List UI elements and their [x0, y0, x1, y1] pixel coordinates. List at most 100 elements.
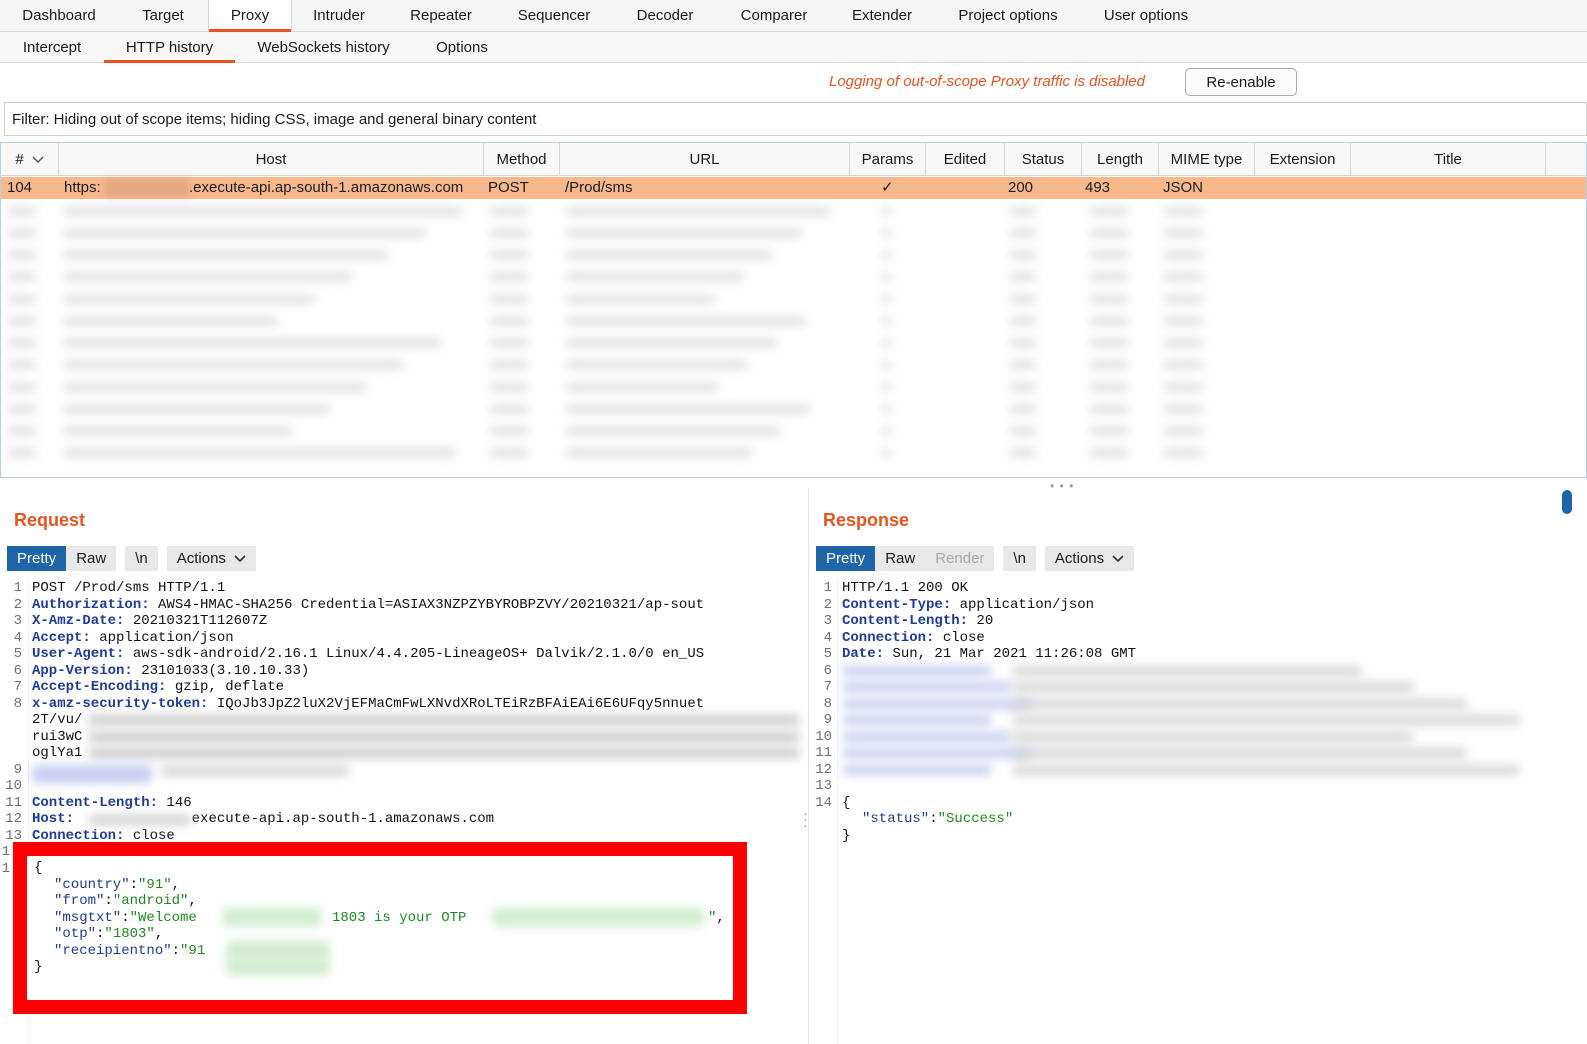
request-newline-button[interactable]: \n: [125, 546, 158, 571]
request-raw-button[interactable]: Raw: [66, 546, 117, 571]
blurred-history-rows: [1, 201, 1586, 471]
tab-project-options[interactable]: Project options: [934, 0, 1082, 31]
blurred-cell: [1163, 229, 1203, 237]
redacted-json-value: [226, 940, 330, 959]
json-key: "status": [862, 811, 930, 827]
json-token: {: [34, 860, 43, 876]
header-value: 20: [968, 613, 994, 629]
tab-sequencer[interactable]: Sequencer: [496, 0, 612, 31]
blurred-cell: [1009, 339, 1037, 347]
redacted-hostname: [105, 179, 189, 197]
redacted-header-name: [842, 665, 992, 676]
line-number: 9: [823, 712, 832, 728]
redacted-header-name: [842, 698, 1032, 709]
main-tab-bar: Dashboard Target Proxy Intruder Repeater…: [0, 0, 1587, 32]
table-row-selected[interactable]: 104 https: .execute-api.ap-south-1.amazo…: [1, 177, 1586, 199]
response-newline-button[interactable]: \n: [1003, 546, 1036, 571]
blurred-cell: [7, 229, 37, 237]
blurred-cell: [566, 295, 715, 303]
response-actions-button[interactable]: Actions: [1044, 546, 1135, 571]
line-number: 12: [815, 761, 832, 778]
blurred-cell: [881, 273, 891, 281]
blurred-cell: [1089, 449, 1129, 457]
filter-bar[interactable]: Filter: Hiding out of scope items; hidin…: [4, 102, 1587, 136]
blurred-cell: [566, 251, 773, 259]
tab-target[interactable]: Target: [118, 0, 208, 31]
redacted-header-name: [32, 764, 152, 783]
redacted-header-value: [1012, 715, 1521, 725]
tab-repeater[interactable]: Repeater: [386, 0, 496, 31]
panel-splitter[interactable]: [808, 488, 809, 1044]
column-header-length[interactable]: Length: [1082, 143, 1159, 176]
column-header-method[interactable]: Method: [484, 143, 560, 176]
blurred-cell: [566, 361, 748, 369]
json-token: }: [842, 827, 851, 844]
redacted-host: [88, 815, 192, 825]
redacted-token: [88, 748, 800, 758]
scrollbar-thumb[interactable]: [1562, 490, 1572, 514]
tab-decoder[interactable]: Decoder: [612, 0, 718, 31]
blurred-cell: [489, 317, 529, 325]
cell-host-suffix: .execute-api.ap-south-1.amazonaws.com: [189, 179, 464, 196]
request-pretty-button[interactable]: Pretty: [7, 546, 67, 571]
column-header-url[interactable]: URL: [560, 143, 850, 176]
tab-dashboard[interactable]: Dashboard: [0, 0, 118, 31]
blurred-cell: [1163, 295, 1203, 303]
line-number: 11: [815, 745, 832, 761]
tab-comparer[interactable]: Comparer: [718, 0, 830, 31]
subtab-http-history[interactable]: HTTP history: [104, 32, 235, 63]
column-header-extension[interactable]: Extension: [1255, 143, 1351, 176]
blurred-cell: [881, 339, 891, 347]
header-name: Content-Length:: [32, 794, 159, 811]
line-number: 14: [815, 794, 832, 811]
tab-intruder[interactable]: Intruder: [292, 0, 386, 31]
column-header-status[interactable]: Status: [1005, 143, 1082, 176]
blurred-cell: [1009, 251, 1037, 259]
subtab-websockets-history[interactable]: WebSockets history: [235, 32, 412, 62]
subtab-intercept[interactable]: Intercept: [0, 32, 104, 62]
column-header-title[interactable]: Title: [1351, 143, 1546, 176]
blurred-cell: [63, 427, 293, 435]
blurred-cell: [1163, 207, 1203, 215]
blurred-cell: [1009, 361, 1037, 369]
column-header-mime-type[interactable]: MIME type: [1159, 143, 1255, 176]
json-token: :: [171, 942, 181, 959]
resize-handle-icon[interactable]: • • •: [1050, 479, 1074, 493]
response-pretty-button[interactable]: Pretty: [816, 546, 876, 571]
blurred-cell: [881, 295, 891, 303]
cell-host-prefix: https:: [64, 179, 101, 196]
blurred-cell: [881, 361, 891, 369]
blurred-cell: [1009, 427, 1037, 435]
subtab-options[interactable]: Options: [412, 32, 512, 62]
request-actions-button[interactable]: Actions: [166, 546, 256, 571]
json-value: "91": [138, 876, 172, 893]
column-header-edited[interactable]: Edited: [926, 143, 1005, 176]
response-raw-button[interactable]: Raw: [875, 546, 926, 571]
response-render-button[interactable]: Render: [925, 546, 995, 571]
tab-proxy[interactable]: Proxy: [208, 0, 292, 32]
redacted-json-value: [222, 907, 322, 926]
tab-user-options[interactable]: User options: [1082, 0, 1210, 31]
blurred-cell: [1089, 405, 1129, 413]
column-header-number[interactable]: #: [1, 143, 59, 176]
response-line: Date: Sun, 21 Mar 2021 11:26:08 GMT: [842, 646, 1136, 662]
http-history-table[interactable]: # Host Method URL Params Edited Status L…: [0, 142, 1587, 478]
panel-resize-handle-icon[interactable]: · · ·: [803, 806, 808, 832]
blurred-cell: [1163, 383, 1203, 391]
blurred-cell: [489, 273, 529, 281]
filter-text: Filter: Hiding out of scope items; hidin…: [12, 110, 537, 128]
blurred-cell: [566, 405, 810, 413]
request-line: POST /Prod/sms HTTP/1.1: [32, 580, 225, 596]
column-header-params[interactable]: Params: [850, 143, 926, 176]
line-number: 9: [13, 761, 22, 778]
json-token: ",: [708, 910, 725, 926]
re-enable-button[interactable]: Re-enable: [1185, 68, 1297, 96]
json-line: }: [842, 828, 850, 844]
tab-extender[interactable]: Extender: [830, 0, 934, 31]
request-panel-title: Request: [14, 510, 86, 530]
blurred-cell: [63, 339, 441, 347]
redacted-header-name: [842, 748, 1032, 758]
column-header-host[interactable]: Host: [59, 143, 484, 176]
json-token: ,: [716, 909, 725, 926]
header-value: gzip, deflate: [166, 679, 285, 695]
